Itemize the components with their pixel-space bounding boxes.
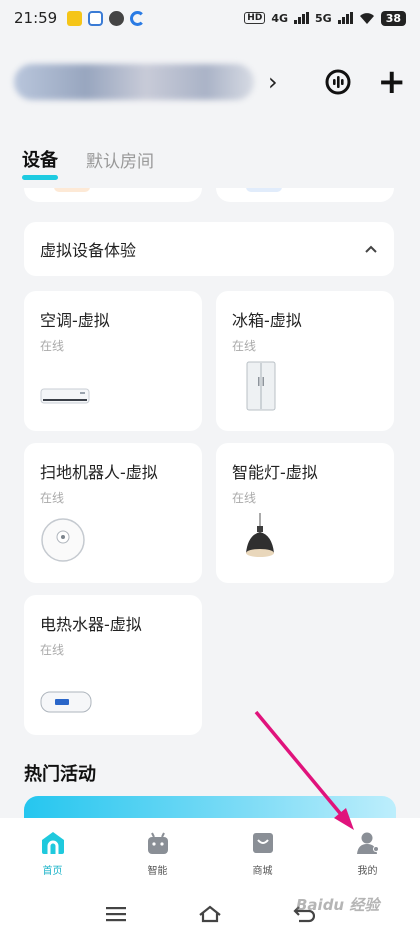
device-card-refrigerator[interactable]: 冰箱-虚拟 在线 [216, 291, 394, 431]
home-header: › + [0, 56, 420, 108]
device-name: 冰箱-虚拟 [232, 311, 302, 330]
status-bar: 21:59 HD 4G 5G 38 [0, 0, 420, 36]
notification-app-icon [88, 10, 104, 26]
shopping-bag-icon [252, 832, 273, 853]
tab-devices[interactable]: 设备 [22, 146, 58, 180]
device-status: 在线 [40, 491, 65, 505]
notification-app-icon [109, 10, 125, 26]
device-status: 在线 [232, 339, 257, 353]
network-label-2: 5G [315, 11, 332, 25]
device-status: 在线 [232, 491, 257, 505]
voice-assistant-icon[interactable] [324, 68, 352, 96]
device-status: 在线 [40, 339, 65, 353]
status-right: HD 4G 5G 38 [244, 10, 406, 26]
device-name: 空调-虚拟 [40, 311, 110, 330]
wifi-icon [359, 12, 374, 24]
device-name: 智能灯-虚拟 [232, 463, 318, 482]
hot-activities-title: 热门活动 [24, 764, 96, 785]
home-button-icon[interactable] [198, 905, 222, 923]
tab-default-room[interactable]: 默认房间 [86, 147, 154, 172]
user-icon [356, 832, 379, 854]
nav-me[interactable]: 我的 [328, 830, 408, 877]
section-title: 虚拟设备体验 [40, 241, 137, 260]
home-icon [41, 831, 64, 854]
hd-badge: HD [244, 12, 266, 24]
add-device-button[interactable]: + [378, 65, 407, 99]
android-icon [147, 832, 168, 854]
menu-icon[interactable] [105, 906, 127, 922]
status-left: 21:59 [14, 9, 146, 27]
refrigerator-icon [246, 361, 276, 415]
room-tabs: 设备 默认房间 [22, 146, 154, 180]
watermark: Baidu 经验 [296, 896, 380, 914]
signal-icon [337, 12, 353, 24]
device-name: 扫地机器人-虚拟 [40, 463, 158, 482]
robot-vacuum-icon [40, 517, 86, 567]
header-actions: + [324, 65, 407, 99]
pendant-lamp-icon [240, 513, 280, 567]
bottom-navigation: 首页 智能 商城 我的 [0, 818, 420, 888]
air-conditioner-icon [40, 385, 90, 415]
device-card-robot-vacuum[interactable]: 扫地机器人-虚拟 在线 [24, 443, 202, 583]
network-label-1: 4G [271, 11, 288, 25]
battery-indicator: 38 [380, 10, 406, 26]
water-heater-icon [40, 689, 92, 719]
nav-label: 我的 [357, 865, 378, 877]
nav-mall[interactable]: 商城 [223, 830, 303, 877]
device-list-area[interactable]: 虚拟设备体验 空调-虚拟 在线 冰箱-虚拟 在线 扫地机器人-虚拟 在线 智能灯… [0, 188, 420, 818]
device-card-smart-lamp[interactable]: 智能灯-虚拟 在线 [216, 443, 394, 583]
virtual-devices-section-header[interactable]: 虚拟设备体验 [24, 222, 394, 276]
notification-app-icon [67, 10, 83, 26]
home-name-blurred[interactable] [14, 64, 254, 100]
hot-activity-banner[interactable] [24, 796, 396, 818]
signal-icon [294, 12, 309, 24]
device-card-partial[interactable] [216, 188, 394, 202]
device-card-water-heater[interactable]: 电热水器-虚拟 在线 [24, 595, 202, 735]
device-name: 电热水器-虚拟 [40, 615, 142, 634]
device-card-partial[interactable] [24, 188, 202, 202]
chevron-up-icon[interactable] [364, 240, 378, 258]
status-time: 21:59 [14, 9, 58, 27]
nav-label: 首页 [42, 865, 63, 877]
chevron-right-icon[interactable]: › [268, 68, 278, 96]
nav-label: 智能 [147, 865, 168, 877]
notification-app-icon [130, 10, 146, 26]
device-status: 在线 [40, 643, 65, 657]
device-card-air-conditioner[interactable]: 空调-虚拟 在线 [24, 291, 202, 431]
nav-smart[interactable]: 智能 [118, 830, 198, 877]
nav-home[interactable]: 首页 [13, 830, 93, 877]
nav-label: 商城 [252, 865, 273, 877]
